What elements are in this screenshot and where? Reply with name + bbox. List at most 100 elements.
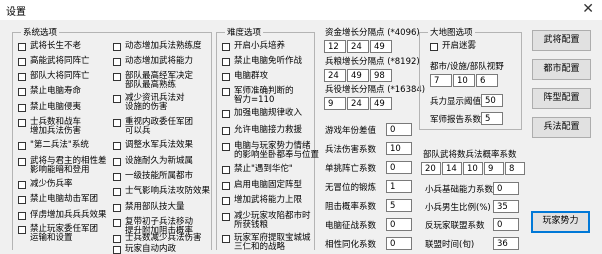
option-checkbox[interactable]: 减少资讯兵法对 设施的伤害 <box>113 94 185 112</box>
option-checkbox[interactable]: 高能武将同阵亡 <box>18 57 90 66</box>
option-checkbox[interactable]: 禁止电脑劫击军团 <box>18 195 98 204</box>
checkbox-box[interactable] <box>222 88 230 96</box>
checkbox-box[interactable] <box>18 212 26 220</box>
tech-input-4[interactable]: 9 <box>484 162 504 175</box>
right-param-input[interactable]: 35 <box>493 200 519 213</box>
option-checkbox[interactable]: 禁止"遇到华佗" <box>222 165 293 174</box>
tactic-config-button[interactable]: 兵法配置 <box>532 117 591 138</box>
food-input-1[interactable]: 24 <box>324 69 346 82</box>
option-checkbox[interactable]: 一级技能所属都市 <box>113 172 193 181</box>
close-icon[interactable]: ✕ <box>582 1 594 17</box>
city-config-button[interactable]: 都市配置 <box>532 59 591 80</box>
option-checkbox[interactable]: 调整水军兵法效果 <box>113 141 193 150</box>
param-input[interactable]: 0 <box>386 237 412 250</box>
tech-input-5[interactable]: 8 <box>505 162 525 175</box>
checkbox-box[interactable] <box>18 181 26 189</box>
option-checkbox[interactable]: 武将长生不老 <box>18 42 81 51</box>
checkbox-box[interactable] <box>113 119 121 127</box>
option-checkbox[interactable]: 武将与君主的相性差 影响能暗和登用 <box>18 157 107 175</box>
option-checkbox[interactable]: 禁止电脑免听作战 <box>222 57 302 66</box>
player-force-button[interactable]: 玩家势力 <box>531 211 590 233</box>
checkbox-box[interactable] <box>18 158 26 166</box>
checkbox-box[interactable] <box>113 173 121 181</box>
checkbox-box[interactable] <box>18 73 26 81</box>
checkbox-box[interactable] <box>113 246 121 254</box>
tech-input-2[interactable]: 14 <box>442 162 462 175</box>
gold-input-1[interactable]: 12 <box>324 40 346 53</box>
option-checkbox[interactable]: 动态增加武将能力 <box>113 57 193 66</box>
option-checkbox[interactable]: 玩家自动内政 <box>113 245 176 254</box>
checkbox-box[interactable] <box>113 142 121 150</box>
city-view-input-3[interactable]: 6 <box>476 74 498 87</box>
right-param-input[interactable]: 0 <box>493 218 519 231</box>
right-param-input[interactable]: 36 <box>493 237 519 250</box>
option-checkbox[interactable]: 重视内政委任军团 可以兵 <box>113 118 193 136</box>
option-checkbox[interactable]: 允许电脑接力救援 <box>222 126 302 135</box>
option-checkbox[interactable]: 禁止玩家委任军团 运输和设置 <box>18 225 98 243</box>
food-input-2[interactable]: 49 <box>347 69 369 82</box>
param-input[interactable]: 1 <box>386 180 412 193</box>
checkbox-box[interactable] <box>113 188 121 196</box>
display-threshold-input[interactable]: 50 <box>481 94 503 107</box>
city-view-input-1[interactable]: 7 <box>430 74 452 87</box>
tech-input-3[interactable]: 10 <box>463 162 483 175</box>
checkbox-box[interactable] <box>222 43 230 51</box>
option-checkbox[interactable]: 禁用部队技大量 <box>113 203 185 212</box>
checkbox-box[interactable] <box>113 58 121 66</box>
checkbox-box[interactable] <box>113 95 121 103</box>
checkbox-box[interactable] <box>18 104 26 112</box>
checkbox-box[interactable] <box>222 58 230 66</box>
param-input[interactable]: 0 <box>386 218 412 231</box>
troop-input-2[interactable]: 24 <box>347 97 369 110</box>
option-checkbox[interactable]: 俘虏增加兵兵兵效果 <box>18 211 107 220</box>
option-checkbox[interactable]: 禁止电脑寿命 <box>18 87 81 96</box>
checkbox-box[interactable] <box>430 43 438 51</box>
option-checkbox[interactable]: "第二兵法"系统 <box>18 141 89 150</box>
option-checkbox[interactable]: 士气影响兵法攻防效果 <box>113 187 210 196</box>
checkbox-box[interactable] <box>113 73 121 81</box>
right-param-input[interactable]: 0 <box>493 182 519 195</box>
option-checkbox[interactable]: 增加武将能力上限 <box>222 196 302 205</box>
option-checkbox[interactable]: 士兵数和战车 增加兵法伤害 <box>18 118 81 136</box>
param-input[interactable]: 0 <box>386 161 412 174</box>
checkbox-box[interactable] <box>222 110 230 118</box>
strategist-input[interactable]: 5 <box>481 112 503 125</box>
option-checkbox[interactable]: 启用电脑固定阵型 <box>222 181 302 190</box>
checkbox-box[interactable] <box>18 43 26 51</box>
option-checkbox[interactable]: 设施耐久为新城属 <box>113 157 193 166</box>
checkbox-box[interactable] <box>18 142 26 150</box>
checkbox-box[interactable] <box>18 119 26 127</box>
checkbox-box[interactable] <box>113 204 121 212</box>
checkbox-box[interactable] <box>18 88 26 96</box>
option-checkbox[interactable]: 士兵数减少兵法伤害 <box>113 234 202 243</box>
checkbox-box[interactable] <box>222 213 230 221</box>
checkbox-box[interactable] <box>113 43 121 51</box>
param-input[interactable]: 5 <box>386 199 412 212</box>
troop-input-3[interactable]: 49 <box>370 97 392 110</box>
gold-input-2[interactable]: 24 <box>347 40 369 53</box>
option-checkbox[interactable]: 部队大将同阵亡 <box>18 72 90 81</box>
checkbox-box[interactable] <box>113 158 121 166</box>
formation-config-button[interactable]: 阵型配置 <box>532 88 591 109</box>
checkbox-box[interactable] <box>222 143 230 151</box>
option-checkbox[interactable]: 禁止电脑侵夷 <box>18 103 81 112</box>
checkbox-box[interactable] <box>222 235 230 243</box>
option-checkbox[interactable]: 电脑群攻 <box>222 72 268 81</box>
city-view-input-2[interactable]: 10 <box>453 74 475 87</box>
checkbox-box[interactable] <box>113 235 121 243</box>
option-checkbox[interactable]: 电脑与玩家势力情绪 的影响坐卧都奉与位置 <box>222 142 319 160</box>
option-checkbox[interactable]: 部队最高经军决定 部队最高熟练 <box>113 72 193 90</box>
checkbox-box[interactable] <box>18 196 26 204</box>
fog-checkbox[interactable]: 开启迷雾 <box>430 42 476 51</box>
gold-input-3[interactable]: 49 <box>370 40 392 53</box>
option-checkbox[interactable]: 减少玩家攻陷都市时 所获钱粮 <box>222 212 311 230</box>
option-checkbox[interactable]: 动态增加兵法熟练度 <box>113 42 202 51</box>
checkbox-box[interactable] <box>222 73 230 81</box>
general-config-button[interactable]: 武将配置 <box>532 30 591 51</box>
checkbox-box[interactable] <box>18 58 26 66</box>
option-checkbox[interactable]: 玩家军府提取宝城城 三仁和的战略 <box>222 234 311 252</box>
checkbox-box[interactable] <box>222 197 230 205</box>
tech-input-1[interactable]: 20 <box>421 162 441 175</box>
option-checkbox[interactable]: 减少伤兵率 <box>18 180 73 189</box>
param-input[interactable]: 10 <box>386 142 412 155</box>
